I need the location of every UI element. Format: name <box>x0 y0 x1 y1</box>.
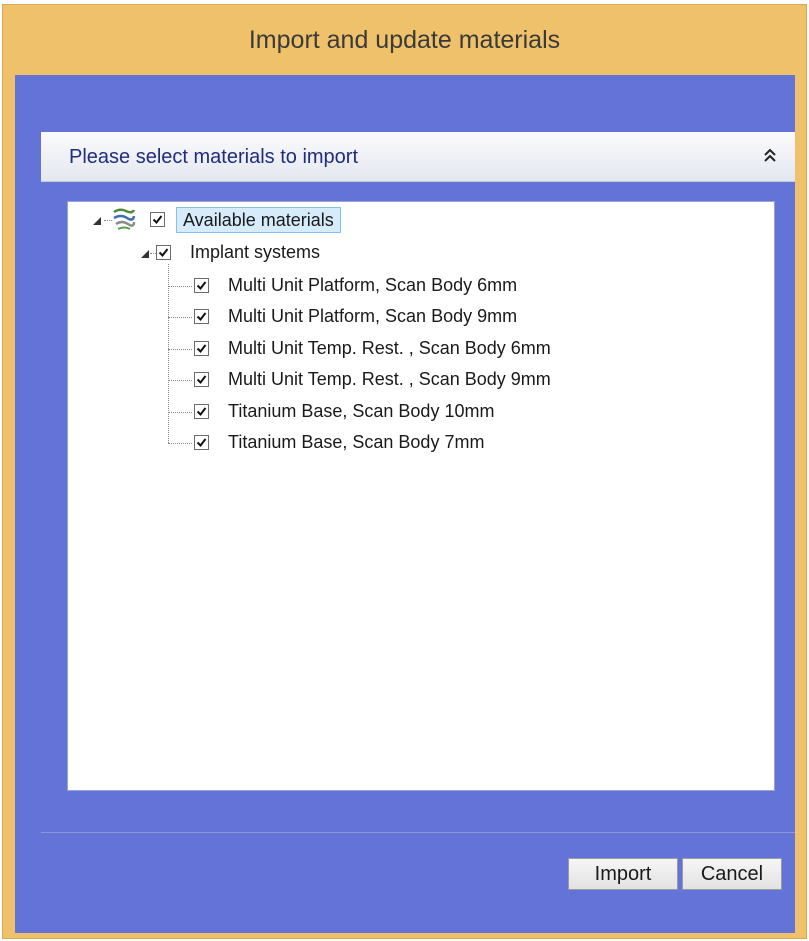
section-header[interactable]: Please select materials to import <box>41 132 795 182</box>
import-materials-dialog: Import and update materials Please selec… <box>2 4 807 939</box>
cancel-button[interactable]: Cancel <box>682 858 782 890</box>
item-checkbox[interactable] <box>194 278 209 293</box>
item-label[interactable]: Titanium Base, Scan Body 7mm <box>228 430 484 456</box>
expand-triangle-icon[interactable] <box>140 249 150 259</box>
item-label[interactable]: Multi Unit Temp. Rest. , Scan Body 9mm <box>228 367 551 393</box>
item-checkbox[interactable] <box>194 435 209 450</box>
tree-item: Multi Unit Temp. Rest. , Scan Body 6mm <box>68 335 768 363</box>
tree-item: Multi Unit Temp. Rest. , Scan Body 9mm <box>68 366 768 394</box>
checkmark-icon <box>196 312 207 322</box>
checkmark-icon <box>196 438 207 448</box>
implant-systems-label[interactable]: Implant systems <box>190 240 320 266</box>
item-label[interactable]: Multi Unit Platform, Scan Body 6mm <box>228 273 517 299</box>
item-checkbox[interactable] <box>194 404 209 419</box>
section-title: Please select materials to import <box>69 146 359 168</box>
checkmark-icon <box>196 344 207 354</box>
double-chevron-up-icon[interactable] <box>759 145 781 167</box>
item-checkbox[interactable] <box>194 309 209 324</box>
import-button[interactable]: Import <box>568 858 678 890</box>
item-label[interactable]: Multi Unit Platform, Scan Body 9mm <box>228 304 517 330</box>
tree-item: Titanium Base, Scan Body 7mm <box>68 429 768 457</box>
item-checkbox[interactable] <box>194 341 209 356</box>
dialog-title: Import and update materials <box>248 25 561 54</box>
divider <box>41 832 795 833</box>
tree-node-implant-systems: Implant systems <box>68 239 768 267</box>
expand-triangle-icon[interactable] <box>92 216 102 226</box>
checkmark-icon <box>158 248 169 258</box>
tree-item: Multi Unit Platform, Scan Body 9mm <box>68 303 768 331</box>
item-label[interactable]: Titanium Base, Scan Body 10mm <box>228 399 494 425</box>
item-checkbox[interactable] <box>194 372 209 387</box>
item-label[interactable]: Multi Unit Temp. Rest. , Scan Body 6mm <box>228 336 551 362</box>
implant-systems-checkbox[interactable] <box>156 245 171 260</box>
checkmark-icon <box>196 375 207 385</box>
root-label[interactable]: Available materials <box>176 207 341 233</box>
checkmark-icon <box>152 215 163 225</box>
dialog-client-area: Please select materials to import Availa… <box>15 75 795 933</box>
checkmark-icon <box>196 407 207 417</box>
checkmark-icon <box>196 281 207 291</box>
materials-tree[interactable]: Available materials Implant systems Mult… <box>67 201 775 791</box>
tree-item: Titanium Base, Scan Body 10mm <box>68 398 768 426</box>
tree-node-root: Available materials <box>68 206 768 234</box>
materials-icon <box>113 208 136 230</box>
root-checkbox[interactable] <box>150 212 165 227</box>
tree-item: Multi Unit Platform, Scan Body 6mm <box>68 272 768 300</box>
